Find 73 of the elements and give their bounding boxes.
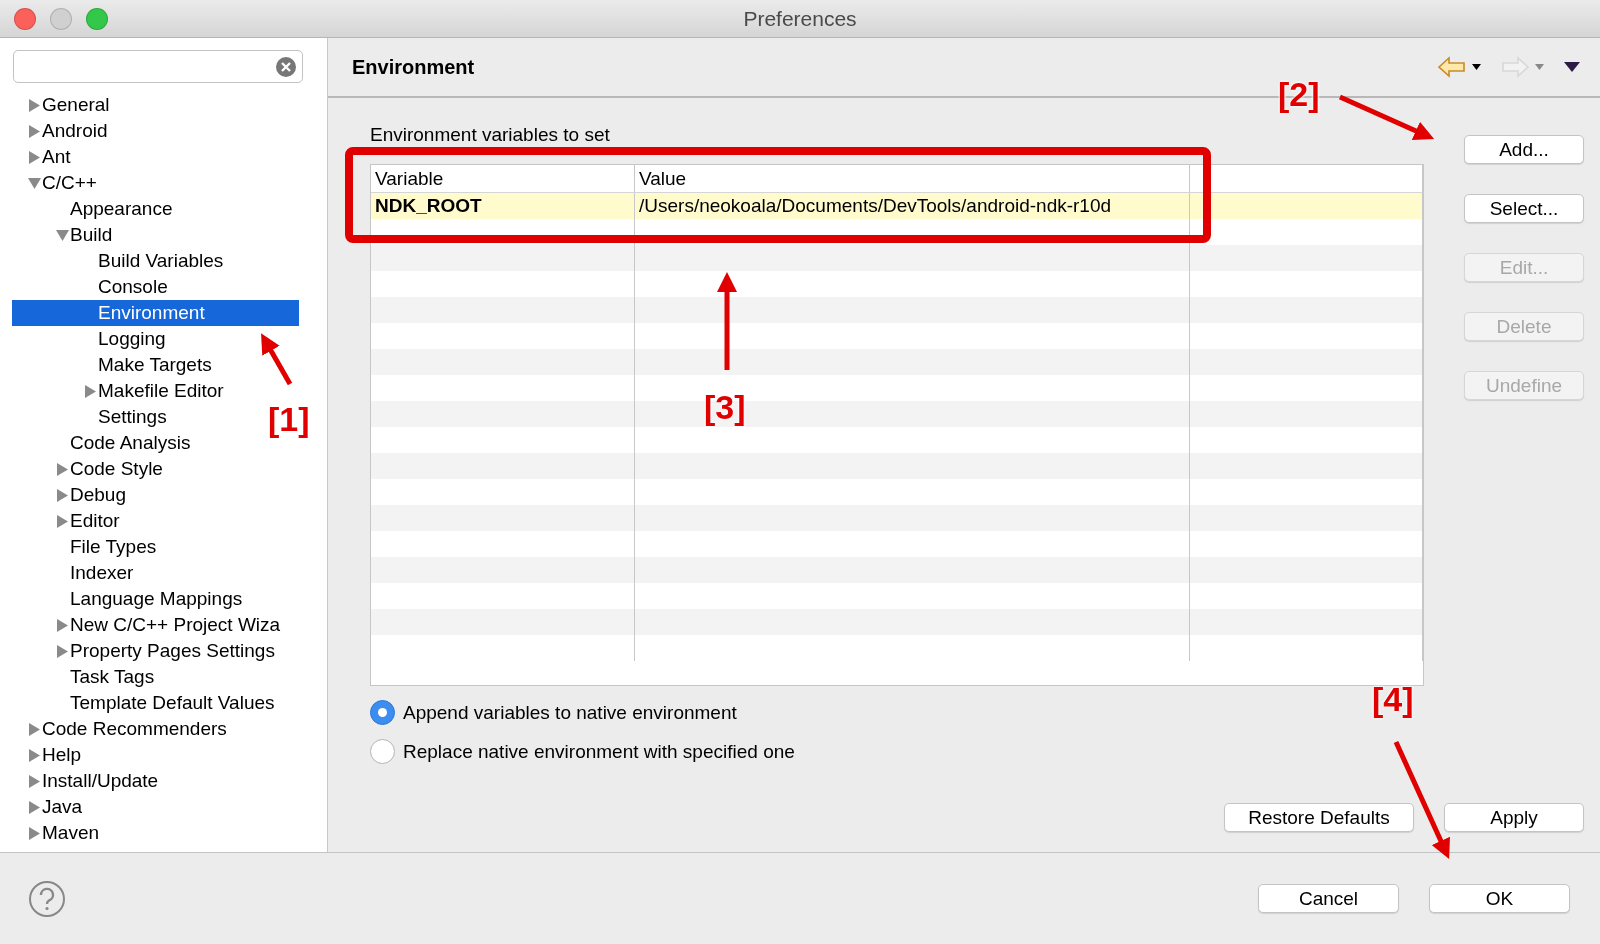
tree-item[interactable]: File Types: [12, 534, 161, 560]
annotation-label: [2]: [1278, 75, 1320, 114]
table-caption: Environment variables to set: [370, 124, 610, 146]
collapsed-triangle-icon[interactable]: [56, 488, 68, 502]
dialog-button[interactable]: Cancel: [1258, 884, 1399, 913]
expanded-triangle-icon[interactable]: [55, 229, 69, 241]
tree-item[interactable]: Language Mappings: [12, 586, 247, 612]
collapsed-triangle-icon[interactable]: [56, 618, 68, 632]
collapsed-triangle-icon[interactable]: [28, 150, 40, 164]
tree-item[interactable]: C/C++: [12, 170, 101, 196]
annotation-label: [4]: [1372, 680, 1414, 719]
view-menu-icon[interactable]: [1564, 62, 1580, 72]
collapsed-triangle-icon[interactable]: [28, 774, 40, 788]
collapsed-triangle-icon[interactable]: [28, 98, 40, 112]
table-action-button[interactable]: Add...: [1464, 135, 1584, 164]
caret-icon[interactable]: [1472, 64, 1481, 70]
tree-item[interactable]: Settings: [12, 404, 171, 430]
tree-item[interactable]: Debug: [12, 482, 130, 508]
page-button[interactable]: Restore Defaults: [1224, 803, 1414, 832]
column-header[interactable]: Value: [635, 165, 1190, 192]
tree-item[interactable]: Build Variables: [12, 248, 228, 274]
collapsed-triangle-icon[interactable]: [28, 722, 40, 736]
radio-button[interactable]: [370, 700, 395, 725]
tree-item[interactable]: Help: [12, 742, 86, 768]
tree-item[interactable]: Editor: [12, 508, 124, 534]
collapsed-triangle-icon[interactable]: [28, 748, 40, 762]
tree-item[interactable]: Code Recommenders: [12, 716, 231, 742]
help-icon[interactable]: [28, 879, 66, 918]
tree-item[interactable]: Makefile Editor: [12, 378, 228, 404]
tree-item[interactable]: New C/C++ Project Wiza: [12, 612, 285, 638]
collapsed-triangle-icon[interactable]: [56, 514, 68, 528]
dialog-button[interactable]: OK: [1429, 884, 1570, 913]
collapsed-triangle-icon[interactable]: [28, 826, 40, 840]
table-action-button[interactable]: Select...: [1464, 194, 1584, 223]
window-title: Preferences: [743, 6, 857, 31]
page-title: Environment: [352, 55, 475, 79]
tree-item[interactable]: Java: [12, 794, 87, 820]
collapsed-triangle-icon[interactable]: [56, 644, 68, 658]
annotation-arrow: [261, 333, 293, 386]
tree-item[interactable]: Maven: [12, 820, 104, 846]
annotation-label: [3]: [704, 388, 746, 427]
collapsed-triangle-icon[interactable]: [28, 800, 40, 814]
collapsed-triangle-icon[interactable]: [84, 384, 96, 398]
annotation-label: [1]: [268, 400, 310, 439]
tree-item[interactable]: Task Tags: [12, 664, 159, 690]
page-button[interactable]: Apply: [1444, 803, 1584, 832]
tree-item[interactable]: Code Style: [12, 456, 167, 482]
tree-item[interactable]: Install/Update: [12, 768, 163, 794]
zoom-window-button[interactable]: [86, 7, 108, 30]
expanded-triangle-icon[interactable]: [27, 177, 41, 189]
tree-item[interactable]: Property Pages Settings: [12, 638, 279, 664]
close-window-button[interactable]: [14, 7, 36, 30]
radio-label: Append variables to native environment: [403, 701, 737, 724]
tree-item[interactable]: Code Analysis: [12, 430, 195, 456]
radio-label: Replace native environment with specified one: [403, 740, 795, 763]
tree-item[interactable]: Android: [12, 118, 112, 144]
search-field[interactable]: [13, 50, 303, 83]
tree-item[interactable]: Environment: [12, 300, 299, 326]
tree-item[interactable]: General: [12, 92, 114, 118]
tree-item[interactable]: Logging: [12, 326, 170, 352]
collapsed-triangle-icon[interactable]: [28, 124, 40, 138]
back-arrow-icon[interactable]: [1438, 56, 1466, 78]
tree-item[interactable]: Template Default Values: [12, 690, 279, 716]
tree-item[interactable]: Console: [12, 274, 172, 300]
clear-icon[interactable]: [276, 56, 296, 77]
collapsed-triangle-icon[interactable]: [56, 462, 68, 476]
radio-button[interactable]: [370, 739, 395, 764]
tree-item[interactable]: Build: [12, 222, 117, 248]
tree-item[interactable]: Ant: [12, 144, 75, 170]
tree-item[interactable]: Indexer: [12, 560, 138, 586]
tree-item[interactable]: Appearance: [12, 196, 177, 222]
tree-item[interactable]: Make Targets: [12, 352, 216, 378]
column-header[interactable]: Variable: [371, 165, 635, 192]
